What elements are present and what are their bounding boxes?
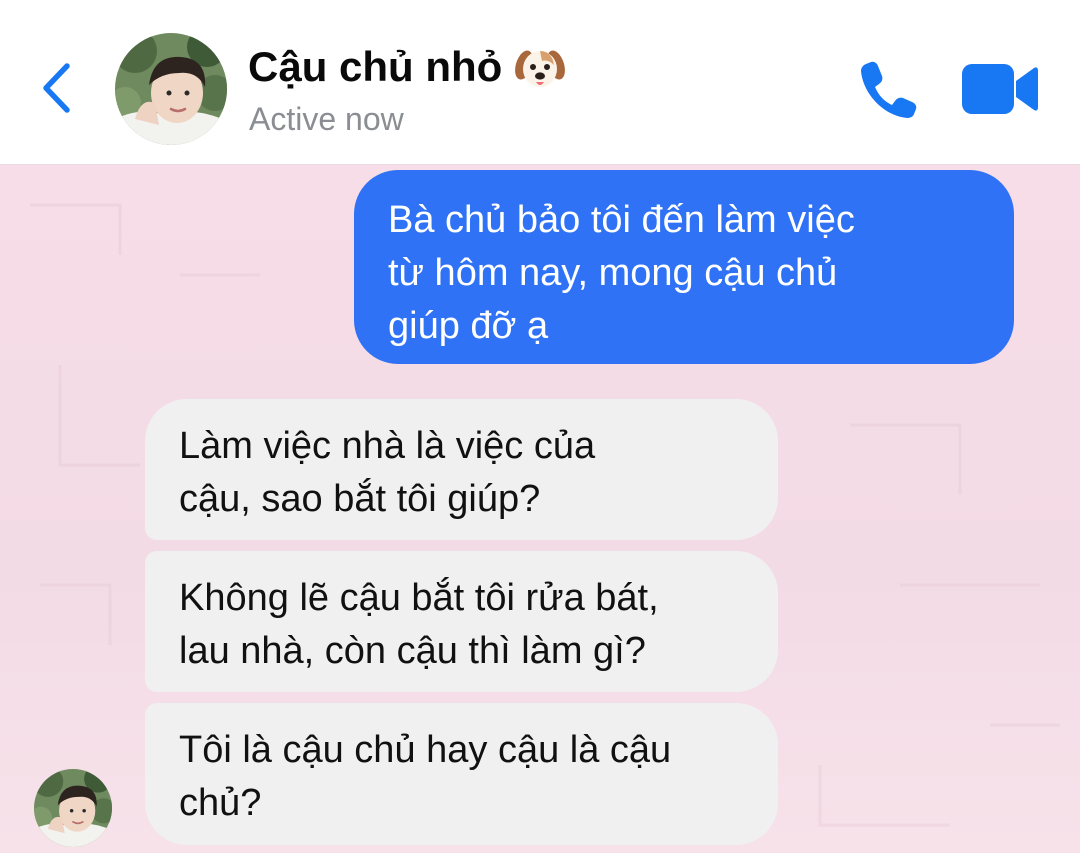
dog-face-icon [515, 50, 566, 87]
audio-call-button[interactable] [858, 58, 920, 120]
active-status: Active now [249, 101, 404, 137]
chevron-left-icon [43, 63, 70, 113]
avatar-photo [34, 769, 112, 847]
outgoing-message[interactable]: Bà chủ bảo tôi đến làm việc từ hôm nay, … [354, 170, 1014, 364]
contact-name-text: Cậu chủ nhỏ [248, 43, 503, 90]
contact-name[interactable]: Cậu chủ nhỏ [248, 40, 566, 94]
sender-avatar[interactable] [34, 769, 112, 847]
video-call-button[interactable] [960, 62, 1040, 116]
contact-avatar[interactable] [115, 33, 227, 145]
message-thread[interactable]: Bà chủ bảo tôi đến làm việc từ hôm nay, … [0, 165, 1080, 853]
incoming-message[interactable]: Không lẽ cậu bắt tôi rửa bát, lau nhà, c… [145, 551, 778, 692]
chat-header: Cậu chủ nhỏ Active now [0, 0, 1080, 165]
dog-face-emoji [514, 41, 566, 93]
incoming-message[interactable]: Làm việc nhà là việc của cậu, sao bắt tô… [145, 399, 778, 540]
video-camera-icon [962, 64, 1038, 114]
phone-icon [861, 61, 917, 118]
avatar-photo [115, 33, 227, 145]
back-button[interactable] [34, 58, 86, 118]
incoming-message[interactable]: Tôi là cậu chủ hay cậu là cậu chủ? [145, 703, 778, 845]
